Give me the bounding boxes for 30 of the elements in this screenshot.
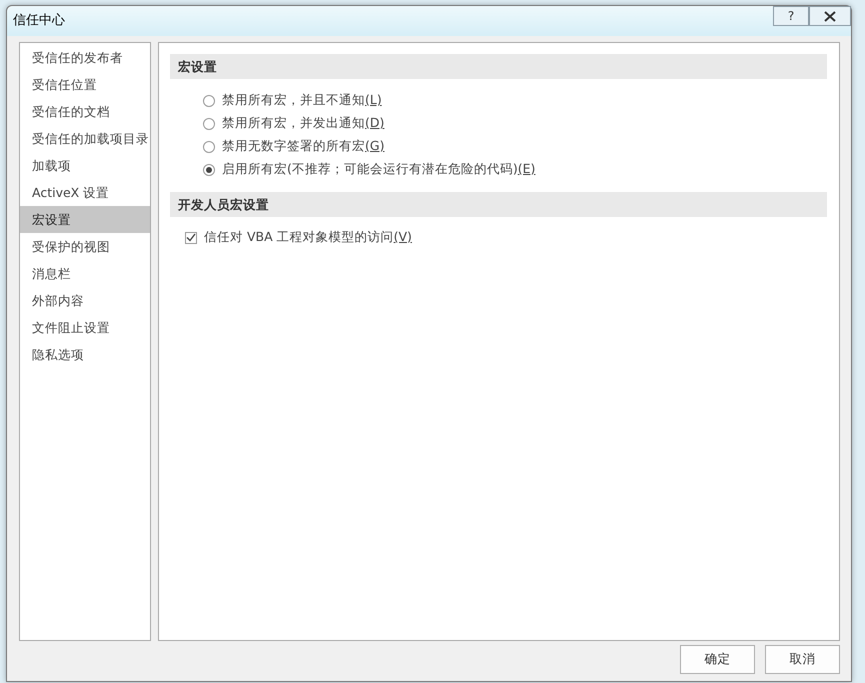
sidebar-item[interactable]: 受信任的加载项目录 — [20, 125, 150, 152]
sidebar-item[interactable]: 受信任的发布者 — [20, 44, 150, 71]
sidebar-item[interactable]: ActiveX 设置 — [20, 179, 150, 206]
sidebar-item[interactable]: 外部内容 — [20, 287, 150, 314]
sidebar-item[interactable]: 消息栏 — [20, 260, 150, 287]
close-button[interactable] — [809, 6, 851, 26]
radio-button[interactable] — [203, 118, 215, 130]
option-label[interactable]: 禁用所有宏，并发出通知(D) — [222, 114, 384, 133]
checkbox[interactable] — [185, 232, 197, 244]
sidebar-item[interactable]: 受保护的视图 — [20, 233, 150, 260]
help-button[interactable]: ? — [773, 6, 809, 26]
sidebar-item[interactable]: 受信任位置 — [20, 71, 150, 98]
sidebar-item[interactable]: 加载项 — [20, 152, 150, 179]
radio-button[interactable] — [203, 140, 215, 152]
option-label[interactable]: 信任对 VBA 工程对象模型的访问(V) — [204, 228, 412, 247]
section-header: 开发人员宏设置 — [170, 192, 827, 217]
window-title: 信任中心 — [13, 12, 65, 30]
close-icon — [824, 10, 836, 22]
option-label[interactable]: 启用所有宏(不推荐；可能会运行有潜在危险的代码)(E) — [222, 160, 536, 179]
sidebar-item[interactable]: 文件阻止设置 — [20, 314, 150, 341]
cancel-button[interactable]: 取消 — [765, 645, 840, 674]
radio-button[interactable] — [203, 164, 215, 176]
radio-button[interactable] — [203, 94, 215, 106]
sidebar-item[interactable]: 受信任的文档 — [20, 98, 150, 125]
option-label[interactable]: 禁用无数字签署的所有宏(G) — [222, 137, 384, 156]
section-header: 宏设置 — [170, 54, 827, 79]
sidebar-item[interactable]: 隐私选项 — [20, 341, 150, 368]
ok-button[interactable]: 确定 — [680, 645, 755, 674]
option-label[interactable]: 禁用所有宏，并且不通知(L) — [222, 91, 382, 110]
sidebar-item[interactable]: 宏设置 — [20, 206, 150, 233]
